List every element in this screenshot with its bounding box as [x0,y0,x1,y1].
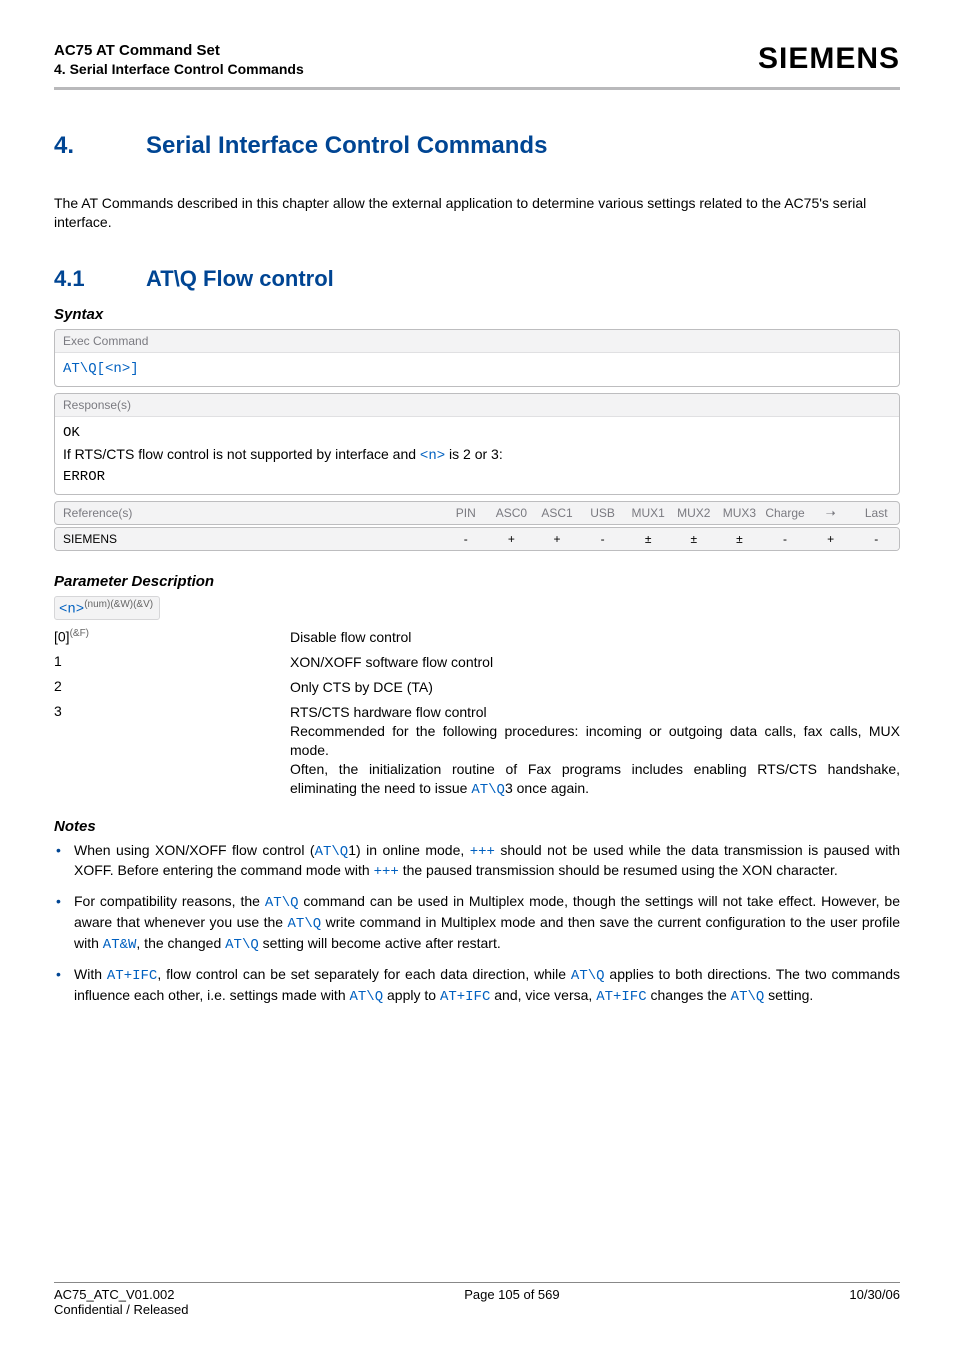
param-row-3: 3 RTS/CTS hardware flow control Recommen… [54,703,900,799]
footer-left-1: AC75_ATC_V01.002 [54,1287,174,1302]
note-2: For compatibility reasons, the AT\Q comm… [54,892,900,955]
atq-link[interactable]: AT\Q [265,895,299,911]
col-asc0: ASC0 [489,502,535,524]
header-left: AC75 AT Command Set 4. Serial Interface … [54,42,304,77]
col-mux2: MUX2 [671,502,717,524]
col-asc1: ASC1 [534,502,580,524]
chapter-number: 4. [54,132,146,160]
exec-cmd-param[interactable]: <n> [105,361,130,377]
atq-link[interactable]: AT\Q [225,937,259,953]
response-label: Response(s) [55,394,899,417]
response-ok: OK [63,423,891,444]
col-arrow-icon: ➝ [808,502,854,524]
atifc-link[interactable]: AT+IFC [596,989,646,1005]
col-usb: USB [580,502,626,524]
header-divider [54,87,900,90]
col-last: Last [853,502,899,524]
col-mux3: MUX3 [717,502,763,524]
escape-seq-link[interactable]: +++ [470,844,495,860]
response-cond-b: is 2 or 3: [445,446,503,462]
param-tag[interactable]: <n> [59,601,84,617]
exec-command-box: Exec Command AT\Q[<n>] [54,329,900,387]
val-last: - [853,528,899,550]
atifc-link[interactable]: AT+IFC [107,968,157,984]
chapter-heading: 4.Serial Interface Control Commands [54,132,900,160]
exec-command-label: Exec Command [55,330,899,353]
atifc-link[interactable]: AT+IFC [440,989,490,1005]
chapter-intro: The AT Commands described in this chapte… [54,194,900,232]
val-asc1: + [534,528,580,550]
response-condition: If RTS/CTS flow control is not supported… [63,444,891,467]
reference-header-cells: PIN ASC0 ASC1 USB MUX1 MUX2 MUX3 Charge … [443,502,899,524]
val-charge: - [762,528,808,550]
param-val-3: RTS/CTS hardware flow control Recommende… [290,703,900,799]
footer-left-2: Confidential / Released [54,1302,900,1317]
doc-subtitle: 4. Serial Interface Control Commands [54,61,304,77]
response-error: ERROR [63,467,891,488]
reference-header-row: Reference(s) PIN ASC0 ASC1 USB MUX1 MUX2… [54,501,900,525]
note-3: With AT+IFC, flow control can be set sep… [54,965,900,1007]
footer-divider [54,1282,900,1283]
val-asc0: + [489,528,535,550]
val-mux2: ± [671,528,717,550]
response-body: OK If RTS/CTS flow control is not suppor… [55,417,899,494]
param-table: [0](&F) Disable flow control 1 XON/XOFF … [54,628,900,799]
syntax-heading: Syntax [54,306,900,323]
response-cond-param[interactable]: <n> [420,448,445,464]
param-val-2: Only CTS by DCE (TA) [290,678,900,697]
param-tag-sup: (num)(&W)(&V) [84,599,153,610]
note-1: When using XON/XOFF flow control (AT\Q1)… [54,841,900,883]
reference-body-row: SIEMENS - + + - ± ± ± - + - [54,527,900,551]
col-pin: PIN [443,502,489,524]
chapter-title: Serial Interface Control Commands [146,132,547,159]
val-usb: - [580,528,626,550]
param-row-2: 2 Only CTS by DCE (TA) [54,678,900,697]
brand-logo: SIEMENS [758,42,900,76]
footer-center: Page 105 of 569 [464,1287,559,1302]
param-key-1: 1 [54,653,290,669]
atq-link[interactable]: AT\Q [315,844,349,860]
atq-link[interactable]: AT\Q [571,968,605,984]
doc-title: AC75 AT Command Set [54,42,304,59]
param-val-0: Disable flow control [290,628,900,647]
reference-body-cells: - + + - ± ± ± - + - [443,528,899,550]
param-key-2: 2 [54,678,290,694]
reference-label: Reference(s) [55,502,443,524]
atq-link[interactable]: AT\Q [471,782,505,798]
param-heading: Parameter Description [54,573,900,590]
param-tag-box: <n>(num)(&W)(&V) [54,596,160,621]
param-row-0: [0](&F) Disable flow control [54,628,900,647]
reference-table: Reference(s) PIN ASC0 ASC1 USB MUX1 MUX2… [54,501,900,551]
val-arrow: + [808,528,854,550]
section-heading: 4.1AT\Q Flow control [54,266,900,292]
exec-cmd-suffix: ] [130,361,138,377]
reference-row-label: SIEMENS [55,528,443,550]
col-mux1: MUX1 [625,502,671,524]
page-header: AC75 AT Command Set 4. Serial Interface … [54,42,900,77]
atq-link[interactable]: AT\Q [288,916,322,932]
notes-list: When using XON/XOFF flow control (AT\Q1)… [54,841,900,1007]
param-key-0: [0](&F) [54,628,290,645]
param-key-3: 3 [54,703,290,719]
exec-cmd-prefix: AT\Q[ [63,361,105,377]
atw-link[interactable]: AT&W [103,937,137,953]
param-val-1: XON/XOFF software flow control [290,653,900,672]
response-cond-a: If RTS/CTS flow control is not supported… [63,446,420,462]
val-mux3: ± [717,528,763,550]
page-footer: AC75_ATC_V01.002 Page 105 of 569 10/30/0… [54,1282,900,1317]
atq-link[interactable]: AT\Q [731,989,765,1005]
val-pin: - [443,528,489,550]
escape-seq-link[interactable]: +++ [374,864,399,880]
response-box: Response(s) OK If RTS/CTS flow control i… [54,393,900,495]
val-mux1: ± [625,528,671,550]
notes-heading: Notes [54,818,900,835]
section-number: 4.1 [54,266,146,292]
exec-command-body: AT\Q[<n>] [55,353,899,386]
param-row-1: 1 XON/XOFF software flow control [54,653,900,672]
footer-right: 10/30/06 [849,1287,900,1302]
col-charge: Charge [762,502,808,524]
section-title: AT\Q Flow control [146,266,334,291]
atq-link[interactable]: AT\Q [350,989,384,1005]
